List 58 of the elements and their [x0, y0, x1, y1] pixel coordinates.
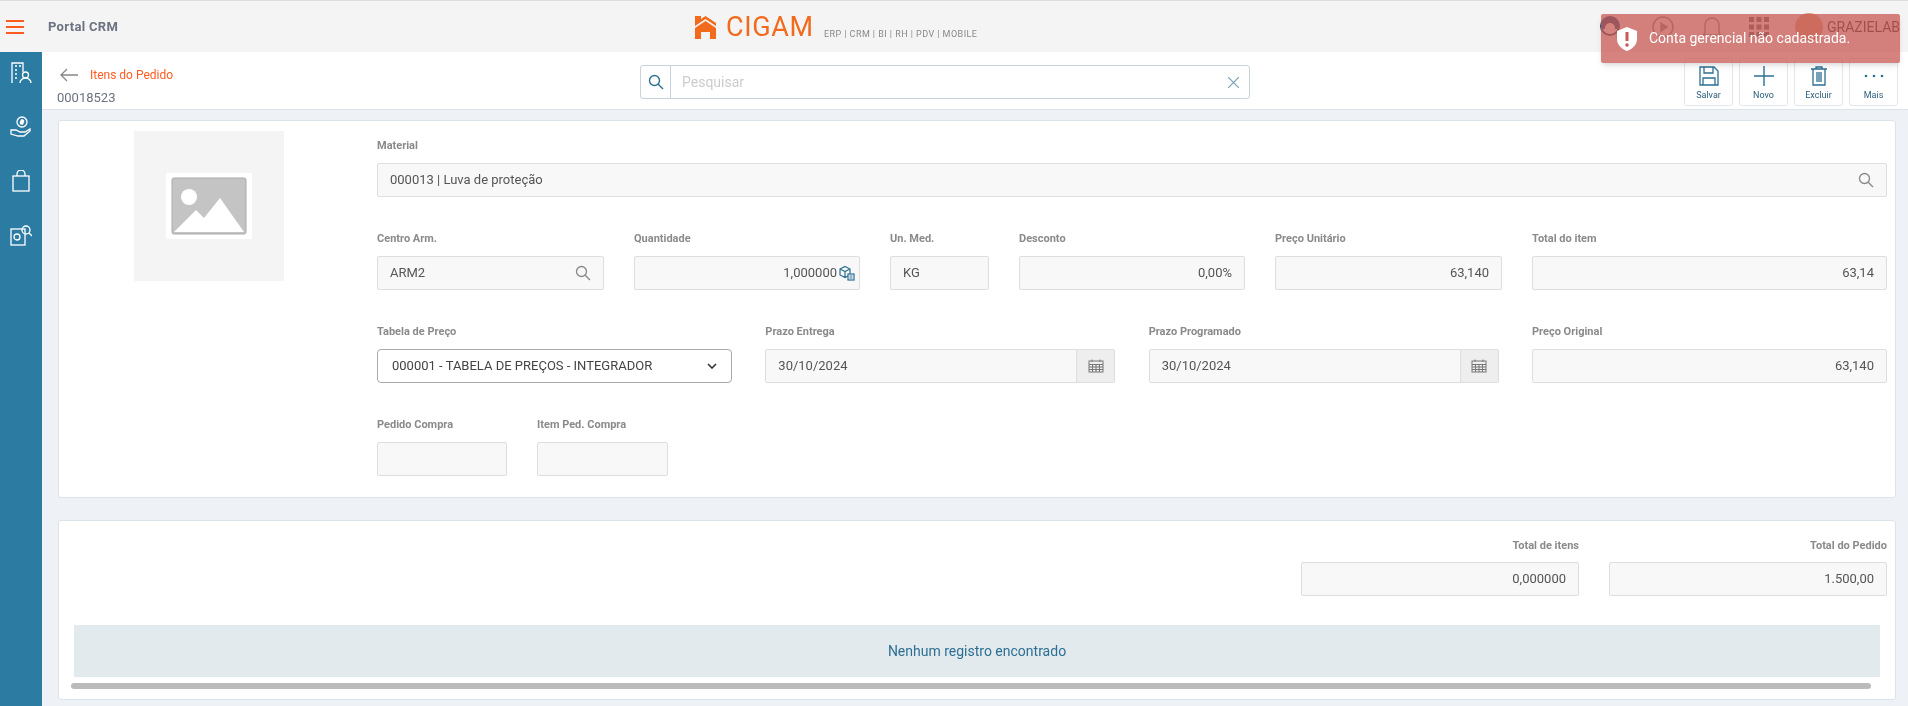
field-label: Prazo Entrega [765, 325, 836, 339]
field-label: Pedido Compra [377, 418, 455, 432]
app-title: Portal CRM [48, 17, 119, 36]
menu-icon[interactable] [6, 19, 24, 34]
hand-coin-icon[interactable] [10, 116, 32, 138]
horizontal-scrollbar[interactable] [71, 683, 1871, 689]
price-table-dropdown[interactable]: 000001 - TABELA DE PREÇOS - INTEGRADOR [377, 349, 732, 383]
total-label: Total do Pedido [1810, 539, 1887, 553]
lookup-field[interactable]: 000013 | Luva de proteção [377, 163, 1887, 197]
field-label: Tabela de Preço [377, 325, 458, 339]
order-number: 00018523 [57, 91, 116, 104]
field-label: Total do item [1532, 232, 1598, 246]
text-field[interactable]: KG [890, 256, 989, 290]
number-field[interactable]: 0,00% [1019, 256, 1245, 290]
house-logo-icon [695, 16, 716, 39]
chevron-down-icon [707, 363, 717, 369]
search-icon[interactable] [1858, 172, 1874, 188]
field-label: Desconto [1019, 232, 1067, 246]
total-field: 1.500,00 [1609, 562, 1887, 596]
search-icon[interactable] [575, 265, 591, 281]
shopping-bag-icon[interactable] [11, 170, 31, 192]
quantity-field[interactable]: 1,000000 [634, 256, 860, 290]
page-title: Itens do Pedido [90, 67, 174, 84]
plus-icon [1753, 66, 1774, 86]
report-search-icon[interactable] [10, 224, 32, 246]
field-label: Un. Med. [890, 232, 936, 246]
number-field[interactable]: 63,140 [1532, 349, 1887, 383]
number-field[interactable]: 63,14 [1532, 256, 1887, 290]
calendar-icon [1471, 359, 1488, 373]
building-user-icon[interactable] [10, 62, 32, 84]
search-icon[interactable] [647, 74, 664, 90]
field-label: Preço Unitário [1275, 232, 1347, 246]
trash-icon [1810, 66, 1827, 86]
shield-alert-icon [1617, 26, 1637, 51]
toast-message: Conta gerencial não cadastrada. [1649, 30, 1851, 48]
lookup-field[interactable]: ARM2 [377, 256, 604, 290]
field-label: Centro Arm. [377, 232, 438, 246]
text-field[interactable] [537, 442, 668, 476]
date-field[interactable]: 30/10/2024 [1148, 349, 1499, 383]
total-label: Total de itens [1512, 539, 1579, 553]
total-field: 0,000000 [1301, 562, 1579, 596]
back-arrow-icon[interactable] [60, 68, 78, 82]
more-icon [1863, 74, 1884, 78]
field-label: Quantidade [634, 232, 692, 246]
calendar-icon [1087, 359, 1104, 373]
field-label: Material [377, 139, 419, 153]
date-field[interactable]: 30/10/2024 [765, 349, 1116, 383]
clear-icon[interactable] [1228, 76, 1239, 88]
image-icon [171, 177, 247, 235]
text-field[interactable] [377, 442, 507, 476]
field-label: Preço Original [1532, 325, 1604, 339]
logo-wordmark: CIGAM [726, 15, 814, 39]
number-field[interactable]: 63,140 [1275, 256, 1502, 290]
logo-tagline: ERP | CRM | BI | RH | PDV | MOBILE [823, 27, 978, 41]
field-label: Prazo Programado [1148, 325, 1242, 339]
field-label: Item Ped. Compra [537, 418, 628, 432]
boxes-icon[interactable] [839, 265, 855, 281]
empty-message: Nenhum registro encontrado [887, 641, 1067, 661]
